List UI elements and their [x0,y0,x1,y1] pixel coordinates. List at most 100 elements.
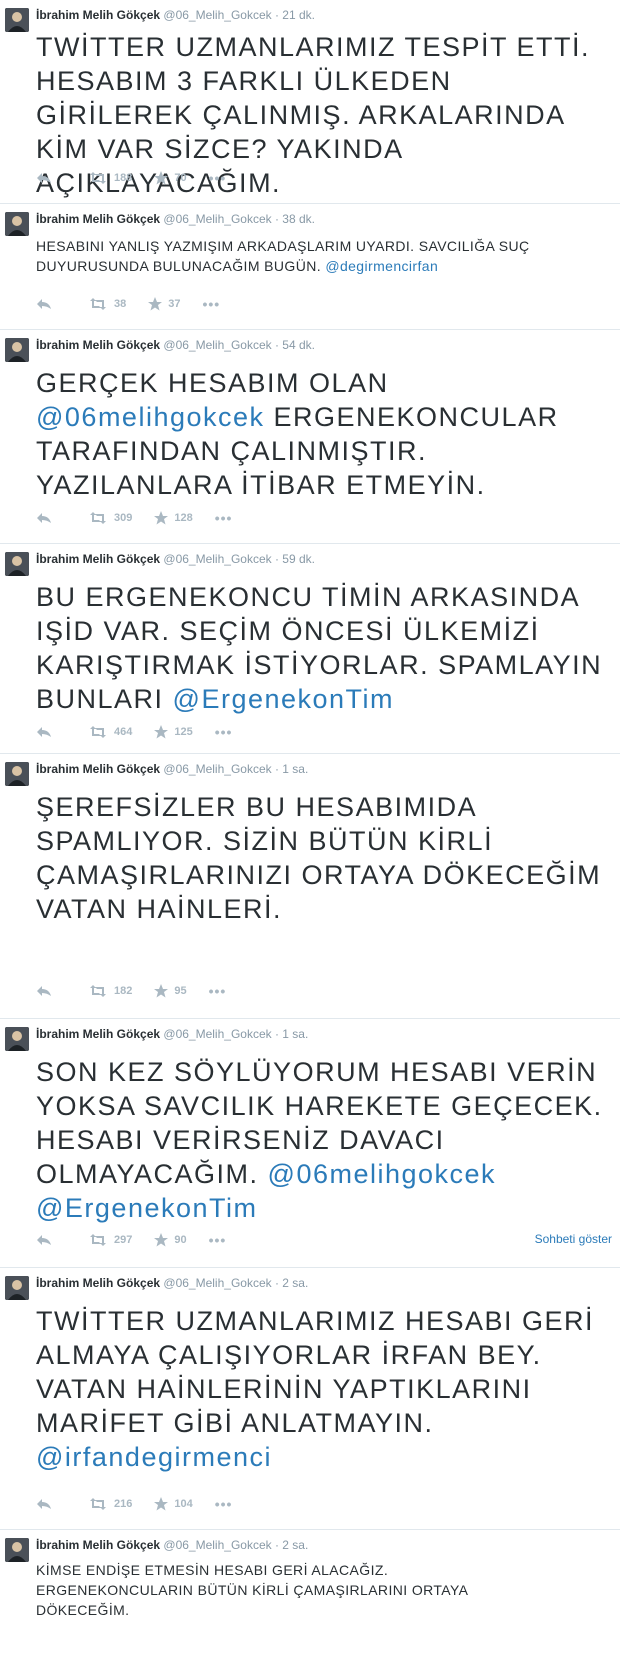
tweet[interactable]: İbrahim Melih Gökçek @06_Melih_Gokcek · … [0,544,620,754]
show-conversation-link[interactable]: Sohbeti göster [535,1232,612,1246]
favorite-button[interactable]: 95 [154,984,187,998]
favorite-button[interactable]: 70 [154,171,187,185]
author-handle[interactable]: @06_Melih_Gokcek [163,762,271,776]
mention-link[interactable]: @ErgenekonTim [36,1193,258,1223]
avatar[interactable] [5,1276,29,1300]
reply-icon [37,1235,51,1245]
tweet-text-body: HESABINI YANLIŞ YAZMIŞIM ARKADAŞLARIM UY… [36,238,530,274]
tweet[interactable]: İbrahim Melih Gökçek @06_Melih_Gokcek · … [0,204,620,330]
timestamp[interactable]: · 2 sa. [275,1538,308,1552]
reply-button[interactable] [36,512,58,524]
author-handle[interactable]: @06_Melih_Gokcek [163,1027,271,1041]
tweet[interactable]: İbrahim Melih Gökçek @06_Melih_Gokcek · … [0,1268,620,1530]
retweet-button[interactable]: 188 [88,172,132,184]
author-handle[interactable]: @06_Melih_Gokcek [163,338,271,352]
author-name[interactable]: İbrahim Melih Gökçek [36,1276,160,1290]
tweet-text: ŞEREFSİZLER BU HESABIMIDA SPAMLIYOR. SİZ… [36,790,612,926]
author-handle[interactable]: @06_Melih_Gokcek [163,212,271,226]
author-name[interactable]: İbrahim Melih Gökçek [36,762,160,776]
author-name[interactable]: İbrahim Melih Gökçek [36,1027,160,1041]
retweet-icon [90,985,106,997]
mention-link[interactable]: @06melihgokcek [268,1159,497,1189]
favorite-button[interactable]: 37 [148,297,181,311]
retweet-button[interactable]: 216 [88,1498,132,1510]
tweet-text: GERÇEK HESABIM OLAN @06melihgokcek ERGEN… [36,366,612,502]
more-icon[interactable]: ••• [215,724,233,740]
favorite-button[interactable]: 128 [154,511,193,525]
tweet[interactable]: İbrahim Melih Gökçek @06_Melih_Gokcek · … [0,1019,620,1268]
avatar[interactable] [5,338,29,362]
author-handle[interactable]: @06_Melih_Gokcek [163,552,271,566]
more-icon[interactable]: ••• [209,983,227,999]
mention-link[interactable]: @ErgenekonTim [173,684,395,714]
favorite-count: 70 [174,172,187,184]
retweet-button[interactable]: 297 [88,1234,132,1246]
reply-button[interactable] [36,1498,58,1510]
retweet-count: 38 [114,298,127,310]
retweet-button[interactable]: 38 [88,298,126,310]
favorite-count: 95 [174,985,187,997]
avatar[interactable] [5,552,29,576]
tweet[interactable]: İbrahim Melih Gökçek @06_Melih_Gokcek · … [0,330,620,544]
reply-button[interactable] [36,985,58,997]
reply-button[interactable] [36,726,58,738]
star-icon [148,297,163,311]
retweet-icon [90,726,106,738]
retweet-icon [90,1498,106,1510]
retweet-icon [90,1234,106,1246]
favorite-button[interactable]: 104 [154,1497,193,1511]
favorite-button[interactable]: 125 [154,725,193,739]
more-icon[interactable]: ••• [215,1496,233,1512]
reply-button[interactable] [36,1234,58,1246]
favorite-count: 128 [174,512,193,524]
retweet-icon [90,512,106,524]
timestamp[interactable]: · 59 dk. [275,552,315,566]
timestamp[interactable]: · 2 sa. [275,1276,308,1290]
reply-icon [37,299,51,309]
retweet-count: 216 [114,1498,133,1510]
timestamp[interactable]: · 1 sa. [275,762,308,776]
avatar[interactable] [5,762,29,786]
author-name[interactable]: İbrahim Melih Gökçek [36,552,160,566]
mention-link[interactable]: @irfandegirmenci [36,1442,272,1472]
timestamp[interactable]: · 21 dk. [275,8,315,22]
mention-link[interactable]: @degirmencirfan [325,258,438,274]
tweet-text-body: KİMSE ENDİŞE ETMESİN HESABI GERİ ALACAĞI… [36,1562,468,1618]
timestamp[interactable]: · 1 sa. [275,1027,308,1041]
favorite-button[interactable]: 90 [154,1233,187,1247]
more-icon[interactable]: ••• [203,296,221,312]
tweet[interactable]: İbrahim Melih Gökçek @06_Melih_Gokcek · … [0,1530,620,1661]
author-handle[interactable]: @06_Melih_Gokcek [163,1276,271,1290]
retweet-count: 309 [114,512,133,524]
author-name[interactable]: İbrahim Melih Gökçek [36,1538,160,1552]
author-handle[interactable]: @06_Melih_Gokcek [163,1538,271,1552]
avatar[interactable] [5,1027,29,1051]
favorite-count: 125 [174,726,193,738]
author-name[interactable]: İbrahim Melih Gökçek [36,8,160,22]
tweet-text: KİMSE ENDİŞE ETMESİN HESABI GERİ ALACAĞI… [36,1560,540,1620]
reply-button[interactable] [36,172,58,184]
author-name[interactable]: İbrahim Melih Gökçek [36,212,160,226]
author-handle[interactable]: @06_Melih_Gokcek [163,8,271,22]
retweet-button[interactable]: 309 [88,512,132,524]
timestamp[interactable]: · 38 dk. [275,212,315,226]
mention-link[interactable]: @06melihgokcek [36,402,265,432]
reply-button[interactable] [36,298,58,310]
retweet-count: 297 [114,1234,133,1246]
timestamp[interactable]: · 54 dk. [275,338,315,352]
tweet[interactable]: İbrahim Melih Gökçek @06_Melih_Gokcek · … [0,754,620,1019]
more-icon[interactable]: ••• [215,510,233,526]
retweet-button[interactable]: 464 [88,726,132,738]
avatar[interactable] [5,1538,29,1562]
tweet-text-body: GERÇEK HESABIM OLAN [36,368,389,398]
reply-icon [37,727,51,737]
author-name[interactable]: İbrahim Melih Gökçek [36,338,160,352]
star-icon [154,1233,169,1247]
tweet-text: TWİTTER UZMANLARIMIZ HESABI GERİ ALMAYA … [36,1304,612,1474]
avatar[interactable] [5,8,29,32]
retweet-button[interactable]: 182 [88,985,132,997]
tweet[interactable]: İbrahim Melih Gökçek @06_Melih_Gokcek · … [0,0,620,204]
more-icon[interactable]: ••• [209,1232,227,1248]
more-icon[interactable]: ••• [209,170,227,186]
avatar[interactable] [5,212,29,236]
